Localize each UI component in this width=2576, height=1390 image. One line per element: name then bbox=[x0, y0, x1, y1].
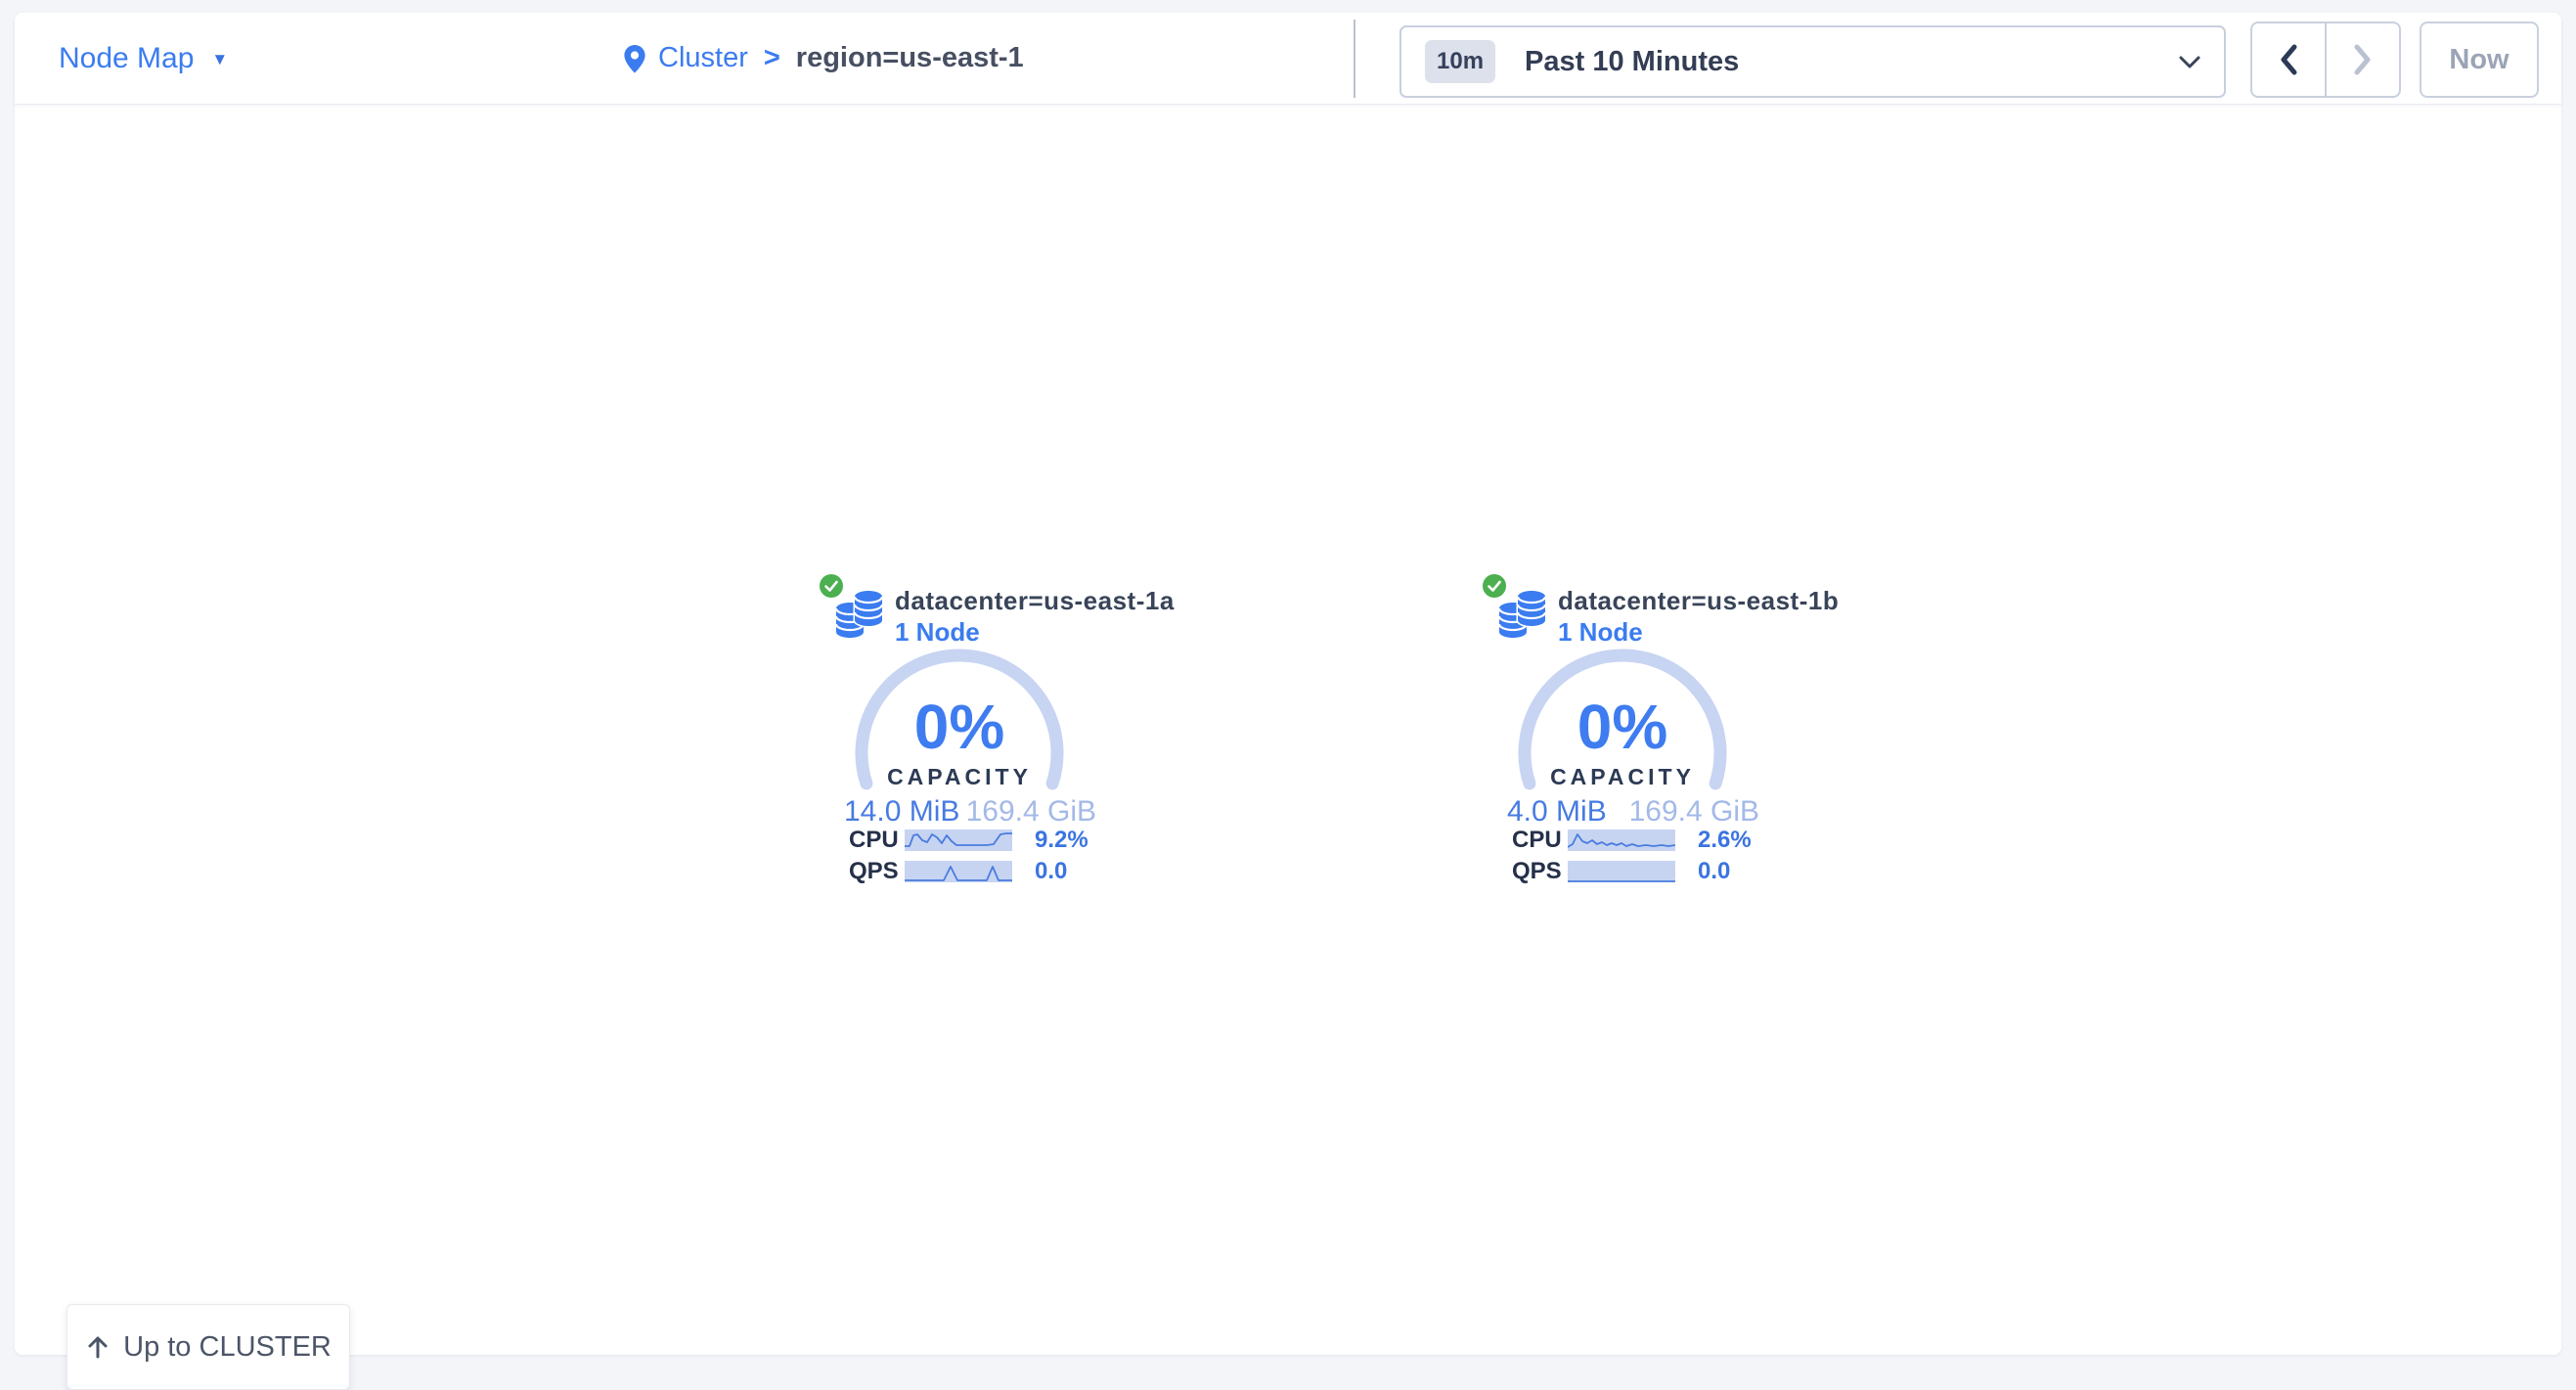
map-pin-icon bbox=[623, 44, 646, 73]
datacenter-title: datacenter=us-east-1b bbox=[1558, 586, 1839, 616]
capacity-label: CAPACITY bbox=[1495, 764, 1750, 790]
capacity-used: 14.0 MiB bbox=[844, 795, 959, 829]
metric-label: QPS bbox=[1512, 858, 1568, 885]
metric-sparkline bbox=[1568, 830, 1675, 851]
capacity-percent: 0% bbox=[1515, 695, 1730, 758]
metric-label: QPS bbox=[849, 858, 905, 885]
metric-row: QPS 0.0 bbox=[849, 860, 1103, 882]
metric-sparkline bbox=[905, 830, 1012, 851]
chevron-right-icon bbox=[2351, 43, 2375, 76]
node-map-canvas: datacenter=us-east-1a 1 Node 0% CAPACITY… bbox=[15, 104, 2561, 1355]
view-selector-dropdown[interactable]: Node Map ▼ bbox=[59, 13, 228, 104]
capacity-values: 14.0 MiB 169.4 GiB bbox=[844, 795, 1096, 829]
breadcrumb-separator: > bbox=[764, 42, 780, 74]
prev-time-button[interactable] bbox=[2252, 23, 2325, 96]
next-time-button[interactable] bbox=[2325, 23, 2399, 96]
healthy-check-icon bbox=[820, 574, 843, 598]
node-map-sheet: Node Map ▼ Cluster > region=us-east-1 10… bbox=[15, 13, 2561, 1355]
breadcrumb: Cluster > region=us-east-1 bbox=[623, 13, 1024, 104]
metric-value: 2.6% bbox=[1698, 827, 1752, 854]
up-to-cluster-button[interactable]: Up to CLUSTER bbox=[67, 1304, 350, 1390]
metric-rows: CPU 2.6% QPS 0.0 bbox=[1512, 829, 1766, 891]
datacenter-node-count: 1 Node bbox=[895, 617, 980, 648]
metric-row: QPS 0.0 bbox=[1512, 860, 1766, 882]
metric-row: CPU 9.2% bbox=[849, 829, 1103, 851]
up-to-cluster-label: Up to CLUSTER bbox=[123, 1331, 332, 1364]
capacity-used: 4.0 MiB bbox=[1507, 795, 1607, 829]
breadcrumb-current-region: region=us-east-1 bbox=[796, 42, 1024, 74]
time-nav-group bbox=[2250, 22, 2401, 98]
datacenter-card[interactable]: datacenter=us-east-1b 1 Node 0% CAPACITY… bbox=[1483, 572, 1766, 905]
datacenter-card[interactable]: datacenter=us-east-1a 1 Node 0% CAPACITY… bbox=[820, 572, 1103, 905]
capacity-total: 169.4 GiB bbox=[966, 795, 1096, 829]
capacity-percent: 0% bbox=[852, 695, 1067, 758]
capacity-total: 169.4 GiB bbox=[1629, 795, 1759, 829]
healthy-check-icon bbox=[1483, 574, 1506, 598]
metric-sparkline bbox=[1568, 861, 1675, 882]
datacenter-title: datacenter=us-east-1a bbox=[895, 586, 1175, 616]
topbar-divider bbox=[1354, 20, 1355, 98]
metric-row: CPU 2.6% bbox=[1512, 829, 1766, 851]
now-button[interactable]: Now bbox=[2420, 22, 2539, 98]
breadcrumb-cluster-link[interactable]: Cluster bbox=[658, 42, 748, 74]
capacity-values: 4.0 MiB 169.4 GiB bbox=[1507, 795, 1759, 829]
metric-value: 9.2% bbox=[1035, 827, 1088, 854]
metric-label: CPU bbox=[849, 827, 905, 854]
datacenter-node-count: 1 Node bbox=[1558, 617, 1643, 648]
metric-value: 0.0 bbox=[1698, 858, 1730, 885]
chevron-down-icon bbox=[2179, 56, 2200, 68]
metric-label: CPU bbox=[1512, 827, 1568, 854]
view-selector-label: Node Map bbox=[59, 42, 194, 75]
chevron-left-icon bbox=[2277, 43, 2300, 76]
arrow-up-icon bbox=[85, 1334, 111, 1360]
metric-sparkline bbox=[905, 861, 1012, 882]
chevron-down-icon: ▼ bbox=[211, 50, 228, 69]
topbar: Node Map ▼ Cluster > region=us-east-1 10… bbox=[15, 13, 2561, 105]
time-window-dropdown[interactable]: 10m Past 10 Minutes bbox=[1399, 25, 2226, 98]
time-window-badge: 10m bbox=[1425, 40, 1495, 83]
metric-value: 0.0 bbox=[1035, 858, 1067, 885]
metric-rows: CPU 9.2% QPS 0.0 bbox=[849, 829, 1103, 891]
time-window-label: Past 10 Minutes bbox=[1525, 46, 1739, 78]
capacity-label: CAPACITY bbox=[832, 764, 1087, 790]
